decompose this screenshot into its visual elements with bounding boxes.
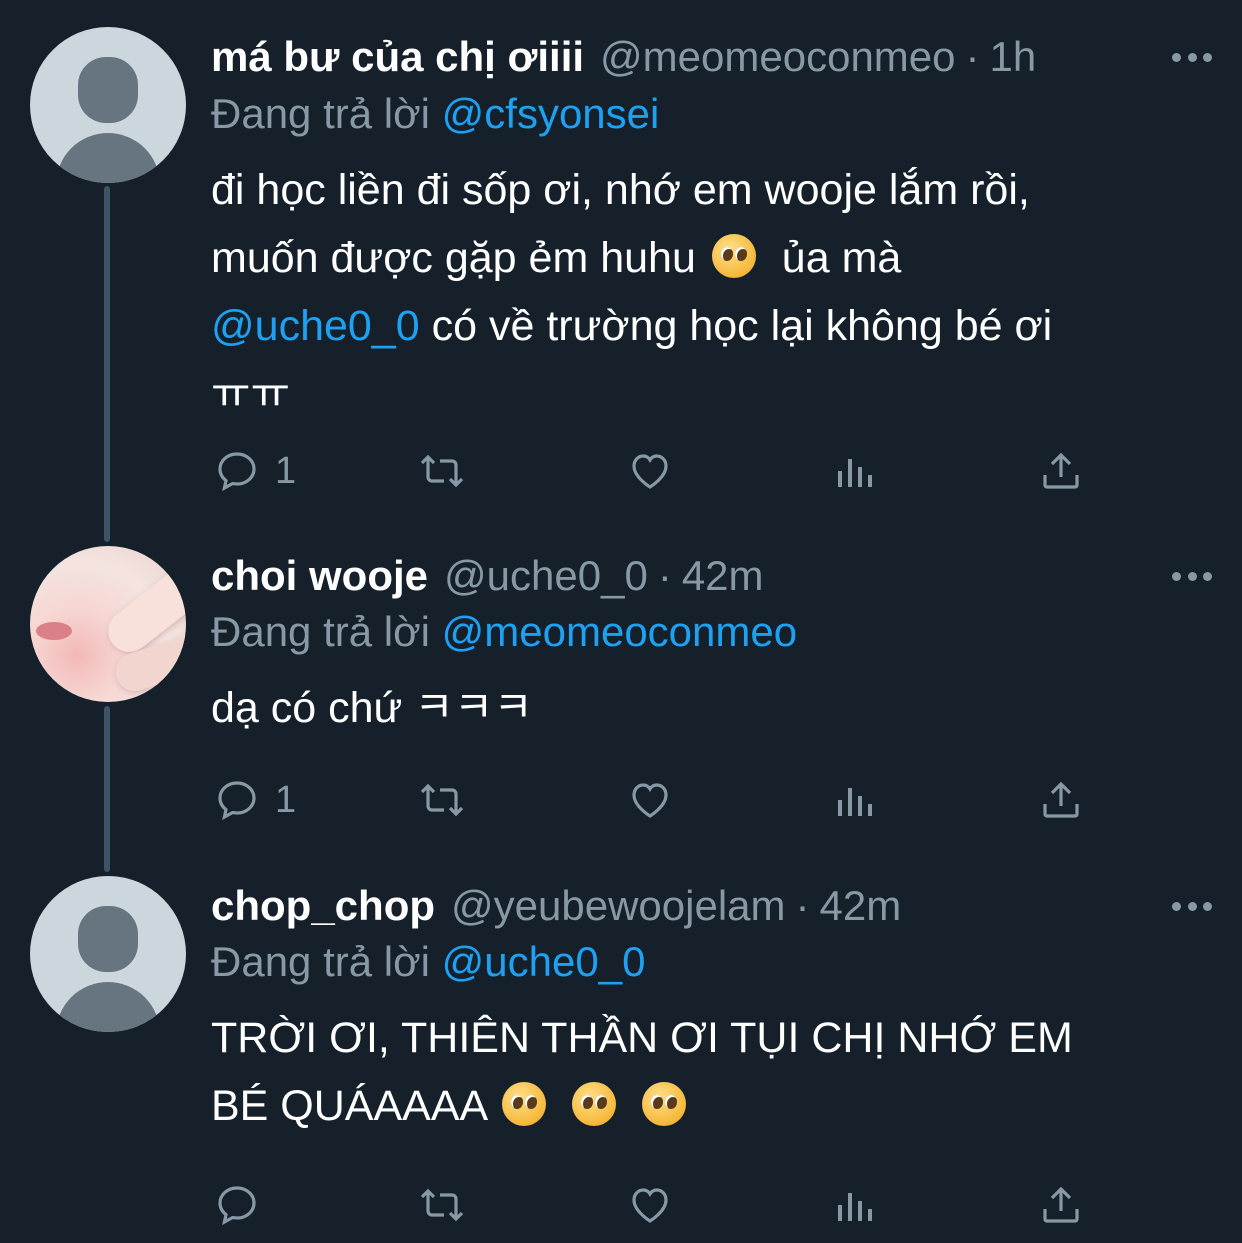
tweet[interactable]: má bư của chị ơiiii @meomeoconmeo · 1h Đ… (0, 0, 1242, 530)
share-icon (1043, 452, 1079, 489)
tweet-text-line: BÉ QUÁAAAA (211, 1072, 1191, 1140)
analytics-button[interactable] (832, 770, 880, 830)
like-icon (632, 454, 668, 489)
avatar[interactable] (30, 546, 186, 702)
tweet-text-line: ㅠㅠ (211, 370, 291, 418)
replying-prefix: Đang trả lời (211, 938, 430, 985)
reply-count: 1 (275, 449, 297, 492)
retweet-icon (420, 783, 464, 817)
analytics-icon (838, 1193, 872, 1221)
replying-to: Đang trả lời @uche0_0 (211, 938, 645, 986)
reply-icon (218, 1186, 256, 1226)
avatar[interactable] (30, 876, 186, 1032)
replying-prefix: Đang trả lời (211, 90, 430, 137)
mention-link[interactable]: @uche0_0 (211, 302, 420, 350)
separator: · (795, 882, 810, 929)
text-segment: muốn được gặp ẻm huhu (211, 234, 696, 282)
replying-to-mention[interactable]: @uche0_0 (442, 938, 646, 985)
handle[interactable]: @uche0_0 (444, 552, 648, 600)
retweet-icon (420, 1188, 464, 1222)
analytics-button[interactable] (832, 1175, 880, 1235)
replying-prefix: Đang trả lời (211, 608, 430, 655)
replying-to-mention[interactable]: @cfsyonsei (442, 90, 660, 137)
timestamp[interactable]: 42m (682, 552, 764, 600)
like-icon (632, 1188, 668, 1223)
analytics-icon (838, 788, 872, 816)
pleading-face-emoji (571, 1082, 616, 1126)
retweet-button[interactable] (418, 441, 466, 501)
like-button[interactable] (626, 441, 674, 501)
text-segment: BÉ QUÁAAAA (211, 1082, 486, 1130)
share-button[interactable] (1037, 1175, 1085, 1235)
handle[interactable]: @yeubewoojelam (451, 882, 785, 930)
display-name[interactable]: choi wooje (211, 552, 428, 600)
separator: · (657, 552, 672, 599)
replying-to: Đang trả lời @meomeoconmeo (211, 608, 797, 656)
more-icon[interactable] (1172, 27, 1212, 87)
reply-icon (218, 452, 256, 492)
more-icon[interactable] (1172, 876, 1212, 936)
avatar[interactable] (30, 27, 186, 183)
more-icon[interactable] (1172, 546, 1212, 606)
like-button[interactable] (626, 770, 674, 830)
share-icon (1043, 1186, 1079, 1223)
action-bar (0, 1175, 1242, 1235)
reply-button[interactable]: 1 (213, 770, 296, 830)
share-icon (1043, 781, 1079, 818)
tweet-header: má bư của chị ơiiii @meomeoconmeo · 1h (211, 27, 1036, 87)
retweet-button[interactable] (418, 1175, 466, 1235)
display-name[interactable]: má bư của chị ơiiii (211, 33, 584, 81)
tweet[interactable]: choi wooje @uche0_0 · 42m Đang trả lời @… (0, 530, 1242, 870)
tweet-text-line: @uche0_0 có về trường học lại không bé ơ… (211, 292, 1191, 360)
reply-count: 1 (275, 778, 297, 821)
tweet-text: TRỜI ƠI, THIÊN THẦN ƠI TỤI CHỊ NHỚ EM BÉ… (211, 1004, 1191, 1140)
replying-to: Đang trả lời @cfsyonsei (211, 90, 659, 138)
tweet-text-line: đi học liền đi sốp ơi, nhớ em wooje lắm … (211, 166, 1030, 214)
reply-icon (218, 781, 256, 821)
analytics-icon (838, 459, 872, 487)
tweet-text-line: TRỜI ƠI, THIÊN THẦN ƠI TỤI CHỊ NHỚ EM (211, 1014, 1073, 1062)
tweet-text-line: dạ có chứ ㅋㅋㅋ (211, 684, 533, 732)
share-button[interactable] (1037, 441, 1085, 501)
handle[interactable]: @meomeoconmeo (600, 33, 955, 81)
text-segment: ủa mà (781, 234, 902, 282)
tweet[interactable]: chop_chop @yeubewoojelam · 42m Đang trả … (0, 870, 1242, 1243)
reply-button[interactable]: 1 (213, 441, 296, 501)
separator: · (965, 33, 980, 80)
tweet-text: dạ có chứ ㅋㅋㅋ (211, 674, 1191, 742)
pleading-face-emoji (711, 234, 756, 278)
pleading-face-emoji (501, 1082, 546, 1126)
display-name[interactable]: chop_chop (211, 882, 435, 930)
analytics-button[interactable] (832, 441, 880, 501)
action-bar: 1 (0, 441, 1242, 501)
text-segment: có về trường học lại không bé ơi (431, 302, 1053, 350)
share-button[interactable] (1037, 770, 1085, 830)
like-icon (632, 783, 668, 818)
tweet-text: đi học liền đi sốp ơi, nhớ em wooje lắm … (211, 156, 1191, 428)
timestamp[interactable]: 42m (820, 882, 902, 930)
tweet-header: chop_chop @yeubewoojelam · 42m (211, 876, 901, 936)
timestamp[interactable]: 1h (990, 33, 1037, 81)
action-bar: 1 (0, 770, 1242, 830)
replying-to-mention[interactable]: @meomeoconmeo (442, 608, 797, 655)
like-button[interactable] (626, 1175, 674, 1235)
reply-button[interactable] (213, 1175, 275, 1235)
tweet-text-line: muốn được gặp ẻm huhu ủa mà (211, 224, 1191, 292)
tweet-header: choi wooje @uche0_0 · 42m (211, 546, 764, 606)
retweet-icon (420, 454, 464, 488)
retweet-button[interactable] (418, 770, 466, 830)
pleading-face-emoji (641, 1082, 686, 1126)
